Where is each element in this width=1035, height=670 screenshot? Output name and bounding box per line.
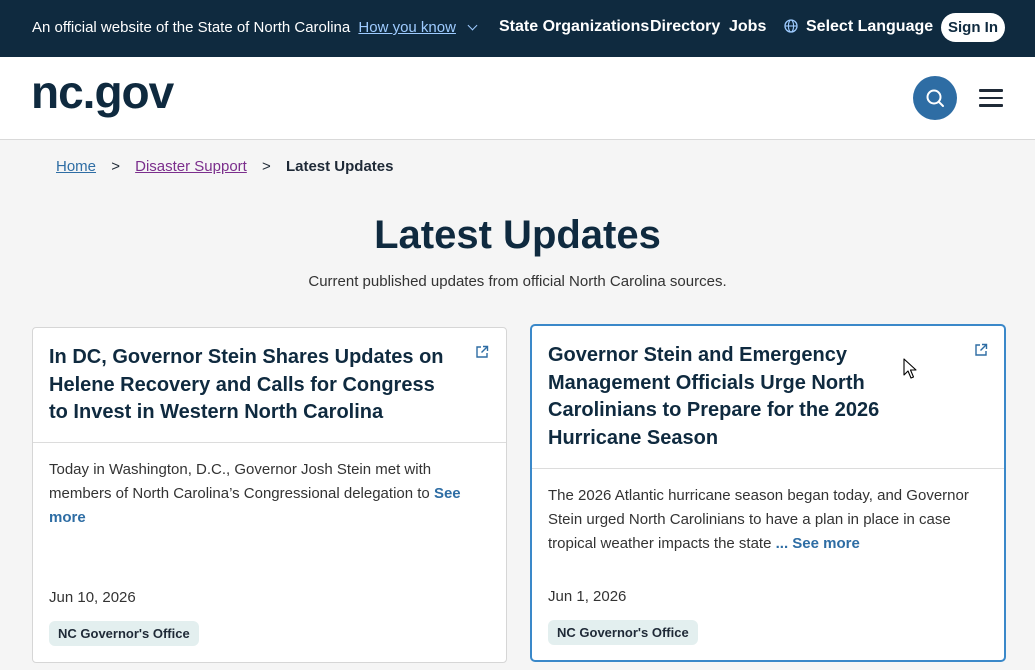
card-title[interactable]: In DC, Governor Stein Shares Updates on … bbox=[49, 344, 449, 427]
source-tag: NC Governor's Office bbox=[548, 620, 698, 645]
external-link-icon[interactable] bbox=[974, 343, 988, 357]
nc-gov-logo[interactable]: nc.gov bbox=[31, 65, 174, 119]
card-date: Jun 10, 2026 bbox=[49, 589, 136, 606]
select-language-label: Select Language bbox=[806, 18, 934, 35]
nav-state-organizations[interactable]: State Organizations bbox=[499, 18, 649, 36]
card-summary: The 2026 Atlantic hurricane season began… bbox=[548, 484, 978, 556]
card-summary-text: Today in Washington, D.C., Governor Josh… bbox=[49, 461, 432, 502]
nav-jobs[interactable]: Jobs bbox=[729, 18, 766, 36]
card-divider bbox=[532, 468, 1004, 469]
sign-in-button[interactable]: Sign In bbox=[941, 13, 1005, 42]
card-summary-text: The 2026 Atlantic hurricane season began… bbox=[548, 487, 969, 552]
breadcrumb-disaster-support[interactable]: Disaster Support bbox=[135, 158, 247, 175]
update-card[interactable]: Governor Stein and Emergency Management … bbox=[530, 324, 1006, 662]
page-title: Latest Updates bbox=[374, 213, 661, 257]
page-subtitle: Current published updates from official … bbox=[308, 273, 727, 290]
site-header: nc.gov bbox=[0, 57, 1035, 140]
card-divider bbox=[33, 442, 506, 443]
chevron-down-icon[interactable] bbox=[467, 20, 478, 31]
update-card[interactable]: In DC, Governor Stein Shares Updates on … bbox=[32, 327, 507, 663]
official-text: An official website of the State of Nort… bbox=[32, 19, 478, 36]
official-banner: An official website of the State of Nort… bbox=[0, 0, 1035, 57]
card-date: Jun 1, 2026 bbox=[548, 588, 627, 605]
source-tag: NC Governor's Office bbox=[49, 621, 199, 646]
breadcrumb: Home > Disaster Support > Latest Updates bbox=[56, 158, 393, 175]
breadcrumb-home[interactable]: Home bbox=[56, 158, 96, 175]
external-link-icon[interactable] bbox=[475, 345, 489, 359]
breadcrumb-separator: > bbox=[262, 158, 271, 175]
breadcrumb-current: Latest Updates bbox=[285, 158, 394, 175]
mouse-cursor-icon bbox=[903, 358, 917, 379]
card-title[interactable]: Governor Stein and Emergency Management … bbox=[548, 342, 948, 452]
globe-icon bbox=[784, 19, 798, 33]
search-icon bbox=[926, 89, 944, 107]
search-button[interactable] bbox=[913, 76, 957, 120]
how-you-know-link[interactable]: How you know bbox=[358, 19, 456, 36]
official-label: An official website of the State of Nort… bbox=[32, 19, 351, 36]
see-more-link[interactable]: ... See more bbox=[776, 535, 860, 552]
select-language-button[interactable]: Select Language bbox=[784, 18, 933, 36]
hamburger-menu-icon[interactable] bbox=[979, 89, 1003, 107]
breadcrumb-separator: > bbox=[111, 158, 120, 175]
nav-directory[interactable]: Directory bbox=[650, 18, 720, 36]
card-summary: Today in Washington, D.C., Governor Josh… bbox=[49, 458, 479, 530]
